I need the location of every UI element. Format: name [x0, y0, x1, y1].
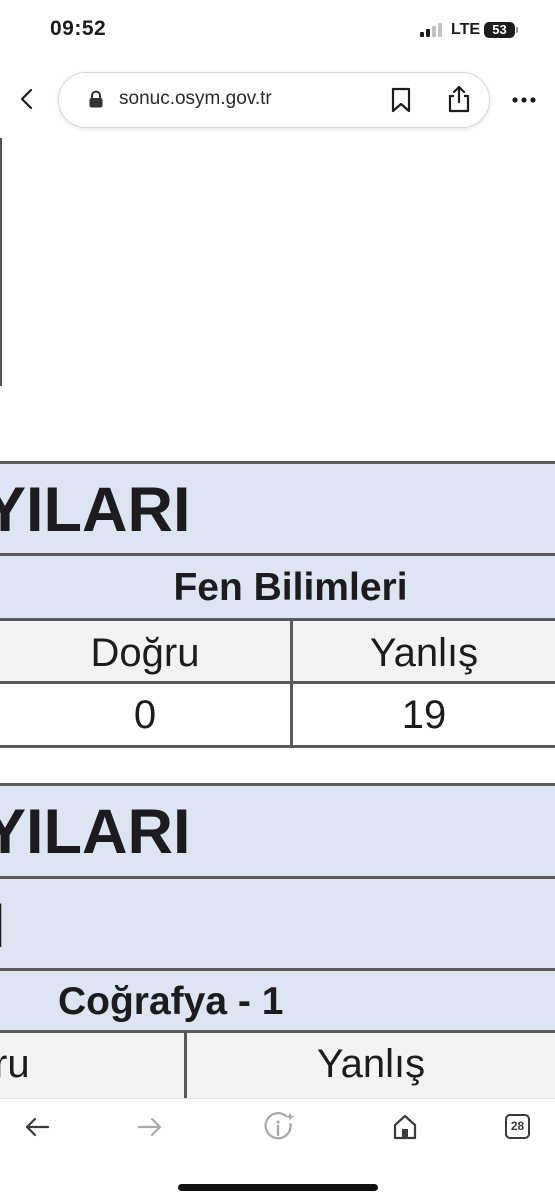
- more-icon[interactable]: [511, 96, 537, 104]
- lock-icon: [89, 90, 103, 108]
- value-wrong: 19: [401, 693, 447, 737]
- table-subtitle: I: [0, 890, 6, 962]
- tabs-icon[interactable]: 28: [505, 1114, 530, 1139]
- column-header-row: Doğru Yanlış: [0, 621, 555, 684]
- column-header-row: ru Yanlış: [0, 1033, 555, 1103]
- subtitle-row: I: [0, 879, 555, 971]
- column-header-correct: Doğru: [90, 631, 200, 675]
- cellular-signal-icon: [420, 23, 446, 37]
- value-correct: 0: [133, 693, 157, 737]
- table-title-row: YILARI: [0, 786, 555, 879]
- battery-cap: [516, 27, 518, 33]
- section-header-row: Coğrafya - 1: [0, 971, 555, 1033]
- home-indicator: [178, 1184, 378, 1191]
- section-header-row: Fen Bilimleri: [0, 556, 555, 621]
- home-icon[interactable]: [393, 1114, 417, 1140]
- column-header-wrong: Yanlış: [369, 631, 479, 675]
- section-title: Coğrafya - 1: [58, 980, 284, 1023]
- results-table-fen: YILARI Fen Bilimleri Doğru Yanlış 0 19: [0, 461, 555, 748]
- back-arrow-icon[interactable]: [24, 1116, 50, 1138]
- table-title-row: YILARI: [0, 464, 555, 556]
- url-text[interactable]: sonuc.osym.gov.tr: [119, 88, 272, 110]
- section-title: Fen Bilimleri: [173, 566, 408, 609]
- share-icon[interactable]: [446, 85, 472, 113]
- values-row: 0 19: [0, 684, 555, 748]
- table-title: YILARI: [0, 475, 191, 545]
- page-left-border: [0, 138, 2, 386]
- page-info-icon[interactable]: [262, 1111, 296, 1143]
- back-chevron-icon[interactable]: [16, 88, 38, 110]
- status-time: 09:52: [50, 17, 107, 40]
- results-table-cografya: YILARI I Coğrafya - 1 ru Yanlış: [0, 783, 555, 1103]
- network-type: LTE: [451, 21, 481, 38]
- column-header-wrong: Yanlış: [316, 1042, 426, 1086]
- battery-icon: 53: [484, 22, 515, 38]
- bookmark-icon[interactable]: [390, 87, 412, 113]
- table-title: YILARI: [0, 797, 191, 867]
- forward-arrow-icon[interactable]: [137, 1116, 163, 1138]
- column-header-correct: ru: [0, 1042, 30, 1086]
